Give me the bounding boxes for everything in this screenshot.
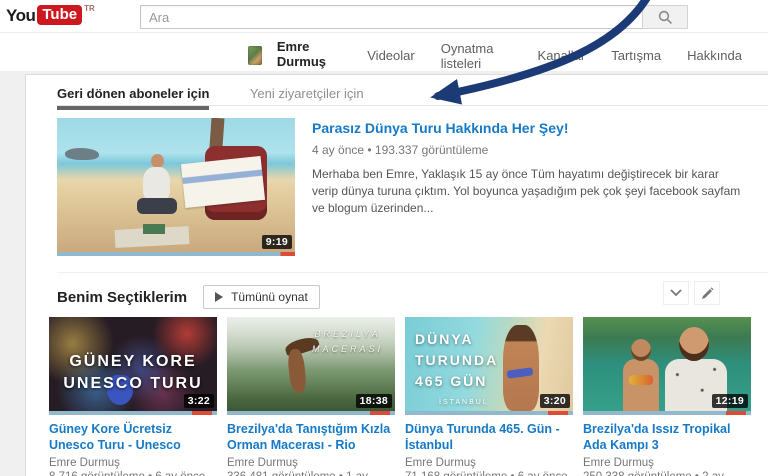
video-channel-name[interactable]: Emre Durmuş [49,457,217,469]
video-title-link[interactable]: Dünya Turunda 465. Gün - İstanbul [405,421,573,453]
watched-progress-bar [57,252,295,256]
thumbnail-overlay-text: BREZİLYA MACERASI [312,327,383,357]
watched-progress-bar [227,411,395,415]
youtube-logo-you: You [6,5,35,27]
thumbnail-art-sign [181,156,265,208]
video-channel-name[interactable]: Emre Durmuş [583,457,751,469]
video-title-link[interactable]: Brezilya'da Tanıştığım Kızla Orman Macer… [227,421,395,453]
watched-progress-bar [405,411,573,415]
featured-video: 9:19 Parasız Dünya Turu Hakkında Her Şey… [57,118,768,256]
video-card: GÜNEY KORE UNESCO TURU 3:22 Güney Kore Ü… [49,317,217,476]
video-meta: 250.338 görüntüleme • 2 ay önce [583,471,751,476]
tab-new-visitors[interactable]: Yeni ziyaretçiler için [250,86,364,106]
thumbnail-art-figure-detail [629,375,653,385]
thumbnail-art-figure-head [631,339,651,361]
video-channel-name[interactable]: Emre Durmuş [227,457,395,469]
search-button[interactable] [642,5,688,29]
shelf-tools [658,281,720,305]
watched-progress-bar [583,411,751,415]
tab-videos[interactable]: Videolar [367,48,414,63]
tab-discussion[interactable]: Tartışma [611,48,661,63]
tab-about[interactable]: Hakkında [687,48,742,63]
thumbnail-art-book [143,224,165,234]
collapse-shelf-button[interactable] [663,281,689,305]
video-thumbnail[interactable]: BREZİLYA MACERASI 18:38 [227,317,395,411]
thumbnail-art-person-legs [137,198,177,214]
featured-title-link[interactable]: Parasız Dünya Turu Hakkında Her Şey! [312,120,744,136]
duration-badge: 12:19 [712,394,748,408]
shelf-title: Benim Seçtiklerim [57,289,187,306]
video-title-link[interactable]: Güney Kore Ücretsiz Unesco Turu - Unesco… [49,421,217,453]
watched-progress-bar [49,411,217,415]
channel-content-card: Geri dönen aboneler için Yeni ziyaretçil… [25,74,768,476]
thumbnail-art-island [65,148,99,160]
region-code-badge: TR [84,4,95,13]
tab-channels[interactable]: Kanallar [538,48,586,63]
youtube-channel-page: You Tube TR Emre Durmuş Videolar Oynatma… [0,0,768,476]
featured-thumbnail[interactable]: 9:19 [57,118,295,252]
video-thumbnail[interactable]: DÜNYA TURUNDA 465 GÜN İSTANBUL 3:20 [405,317,573,411]
search-icon [658,10,673,25]
search-bar [140,5,688,29]
video-card: 12:19 Brezilya'da Issız Tropikal Ada Kam… [583,317,751,476]
pencil-icon [701,287,714,300]
featured-info: Parasız Dünya Turu Hakkında Her Şey! 4 a… [312,118,744,256]
duration-badge: 18:38 [356,394,392,408]
youtube-logo-tube: Tube [37,5,82,25]
duration-badge: 3:20 [540,394,570,408]
video-thumbnail[interactable]: GÜNEY KORE UNESCO TURU 3:22 [49,317,217,411]
audience-tabs: Geri dönen aboneler için Yeni ziyaretçil… [57,75,768,106]
tab-playlists[interactable]: Oynatma listeleri [441,41,512,71]
video-title-link[interactable]: Brezilya'da Issız Tropikal Ada Kampı 3 [583,421,751,453]
video-meta: 8.716 görüntüleme • 6 ay önce [49,471,217,476]
video-card: BREZİLYA MACERASI 18:38 Brezilya'da Tanı… [227,317,395,476]
chevron-down-icon [670,289,682,297]
top-header: You Tube TR [0,0,768,33]
picks-shelf: Benim Seçtiklerim Tümünü oynat [57,272,768,476]
thumbnail-overlay-text: GÜNEY KORE UNESCO TURU [49,351,217,395]
channel-nav: Emre Durmuş Videolar Oynatma listeleri K… [248,40,768,71]
play-all-label: Tümünü oynat [231,290,308,304]
featured-meta: 4 ay önce • 193.337 görüntüleme [312,143,744,157]
thumbnail-overlay-text: DÜNYA TURUNDA 465 GÜN İSTANBUL [415,329,498,411]
video-meta: 336.481 görüntüleme • 1 ay önce [227,471,395,476]
video-thumbnail[interactable]: 12:19 [583,317,751,411]
edit-shelf-button[interactable] [694,281,720,305]
youtube-logo[interactable]: You Tube TR [6,5,95,27]
shelf-video-row: GÜNEY KORE UNESCO TURU 3:22 Güney Kore Ü… [49,317,768,476]
play-icon [215,292,223,302]
thumbnail-art-person-head [151,154,164,168]
channel-avatar[interactable] [248,46,262,65]
search-input[interactable] [140,5,642,29]
play-all-button[interactable]: Tümünü oynat [203,285,320,309]
video-card: DÜNYA TURUNDA 465 GÜN İSTANBUL 3:20 Düny… [405,317,573,476]
duration-badge: 9:19 [262,235,292,249]
thumbnail-art-figure2-head [679,327,709,361]
tab-returning-subscribers[interactable]: Geri dönen aboneler için [57,86,209,110]
thumbnail-art-figure [623,359,659,411]
duration-badge: 3:22 [184,394,214,408]
featured-thumbnail-wrap[interactable]: 9:19 [57,118,295,256]
video-channel-name[interactable]: Emre Durmuş [405,457,573,469]
thumbnail-art-person-body [143,167,170,201]
video-meta: 71.168 görüntüleme • 6 ay önce [405,471,573,476]
featured-description: Merhaba ben Emre, Yaklaşık 15 ay önce Tü… [312,166,744,217]
